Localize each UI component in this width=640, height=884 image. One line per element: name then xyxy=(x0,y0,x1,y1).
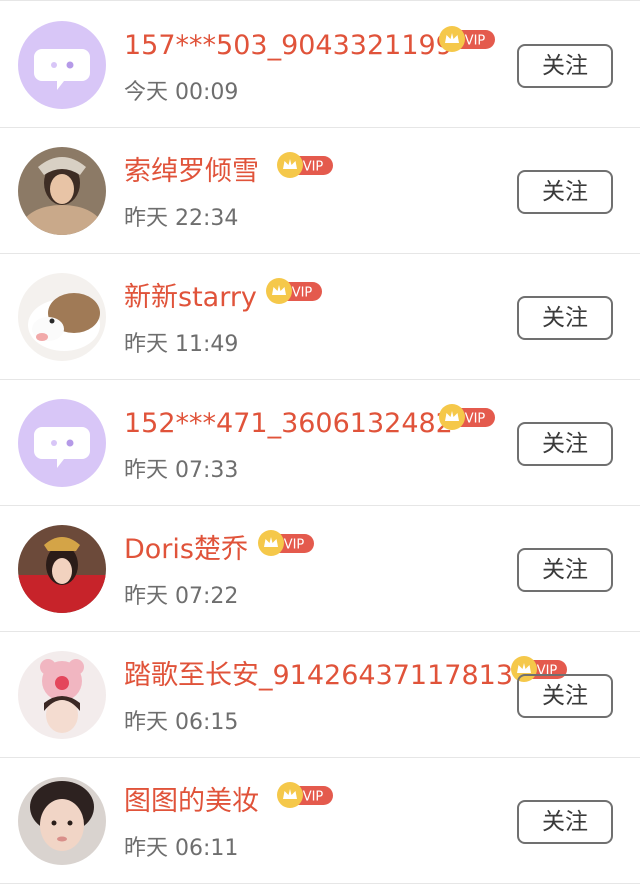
avatar[interactable] xyxy=(18,21,106,109)
follow-button[interactable]: 关注 xyxy=(517,170,613,214)
default-chat-icon xyxy=(18,399,106,487)
follow-button[interactable]: 关注 xyxy=(517,548,613,592)
vip-label: VIP xyxy=(303,160,324,175)
username-area: 索绰罗倾雪 VIP xyxy=(124,148,333,196)
list-item[interactable]: 新新starry VIP 昨天 11:49 关注 xyxy=(0,254,640,380)
avatar[interactable] xyxy=(18,273,106,361)
username[interactable]: 157***503_9043321199 xyxy=(124,22,453,70)
vip-badge: VIP xyxy=(439,25,497,53)
user-photo xyxy=(18,651,106,739)
list-item[interactable]: 157***503_9043321199 VIP 今天 00:09 关注 xyxy=(0,2,640,128)
vip-badge: VIP xyxy=(277,781,335,809)
follow-button[interactable]: 关注 xyxy=(517,44,613,88)
avatar[interactable] xyxy=(18,399,106,487)
username-area: 157***503_9043321199 VIP xyxy=(124,22,495,70)
list-item[interactable]: 图图的美妆 VIP 昨天 06:11 关注 xyxy=(0,758,640,884)
username-area: 图图的美妆 VIP xyxy=(124,778,333,826)
list-item[interactable]: 152***471_3606132482 VIP 昨天 07:33 关注 xyxy=(0,380,640,506)
username[interactable]: Doris楚乔 xyxy=(124,526,248,574)
crown-icon: VIP xyxy=(277,782,333,808)
follower-list: 157***503_9043321199 VIP 今天 00:09 关注 索绰罗… xyxy=(0,0,640,884)
follow-button[interactable]: 关注 xyxy=(517,800,613,844)
vip-badge: VIP xyxy=(258,529,316,557)
list-item[interactable]: Doris楚乔 VIP 昨天 07:22 关注 xyxy=(0,506,640,632)
vip-label: VIP xyxy=(465,412,486,427)
timestamp: 昨天 06:11 xyxy=(124,836,239,861)
crown-icon: VIP xyxy=(266,278,322,304)
username-area: 踏歌至长安_91426437117813 VIP xyxy=(124,652,567,700)
timestamp: 昨天 06:15 xyxy=(124,710,239,735)
crown-icon: VIP xyxy=(277,152,333,178)
avatar[interactable] xyxy=(18,147,106,235)
default-chat-icon xyxy=(18,21,106,109)
vip-label: VIP xyxy=(292,286,313,301)
vip-badge: VIP xyxy=(266,277,324,305)
follow-button[interactable]: 关注 xyxy=(517,674,613,718)
avatar[interactable] xyxy=(18,651,106,739)
username-area: 152***471_3606132482 VIP xyxy=(124,400,495,448)
username[interactable]: 踏歌至长安_91426437117813 xyxy=(124,652,513,700)
username[interactable]: 索绰罗倾雪 xyxy=(124,148,259,196)
username[interactable]: 152***471_3606132482 xyxy=(124,400,453,448)
crown-icon: VIP xyxy=(439,26,495,52)
username[interactable]: 新新starry xyxy=(124,274,257,322)
follow-button[interactable]: 关注 xyxy=(517,422,613,466)
crown-icon: VIP xyxy=(439,404,495,430)
user-photo xyxy=(18,525,106,613)
timestamp: 昨天 11:49 xyxy=(124,332,239,357)
username[interactable]: 图图的美妆 xyxy=(124,778,259,826)
list-item[interactable]: 踏歌至长安_91426437117813 VIP 昨天 06:15 关注 xyxy=(0,632,640,758)
username-area: Doris楚乔 VIP xyxy=(124,526,314,574)
avatar[interactable] xyxy=(18,525,106,613)
timestamp: 昨天 07:22 xyxy=(124,584,239,609)
vip-label: VIP xyxy=(284,538,305,553)
crown-icon: VIP xyxy=(258,530,314,556)
vip-badge: VIP xyxy=(439,403,497,431)
avatar[interactable] xyxy=(18,777,106,865)
username-area: 新新starry VIP xyxy=(124,274,322,322)
vip-badge: VIP xyxy=(277,151,335,179)
timestamp: 昨天 22:34 xyxy=(124,206,239,231)
follow-button[interactable]: 关注 xyxy=(517,296,613,340)
timestamp: 昨天 07:33 xyxy=(124,458,239,483)
list-item[interactable]: 索绰罗倾雪 VIP 昨天 22:34 关注 xyxy=(0,128,640,254)
user-photo xyxy=(18,273,106,361)
user-photo xyxy=(18,777,106,865)
user-photo xyxy=(18,147,106,235)
vip-label: VIP xyxy=(303,790,324,805)
vip-label: VIP xyxy=(465,34,486,49)
divider xyxy=(0,0,640,1)
timestamp: 今天 00:09 xyxy=(124,80,239,105)
